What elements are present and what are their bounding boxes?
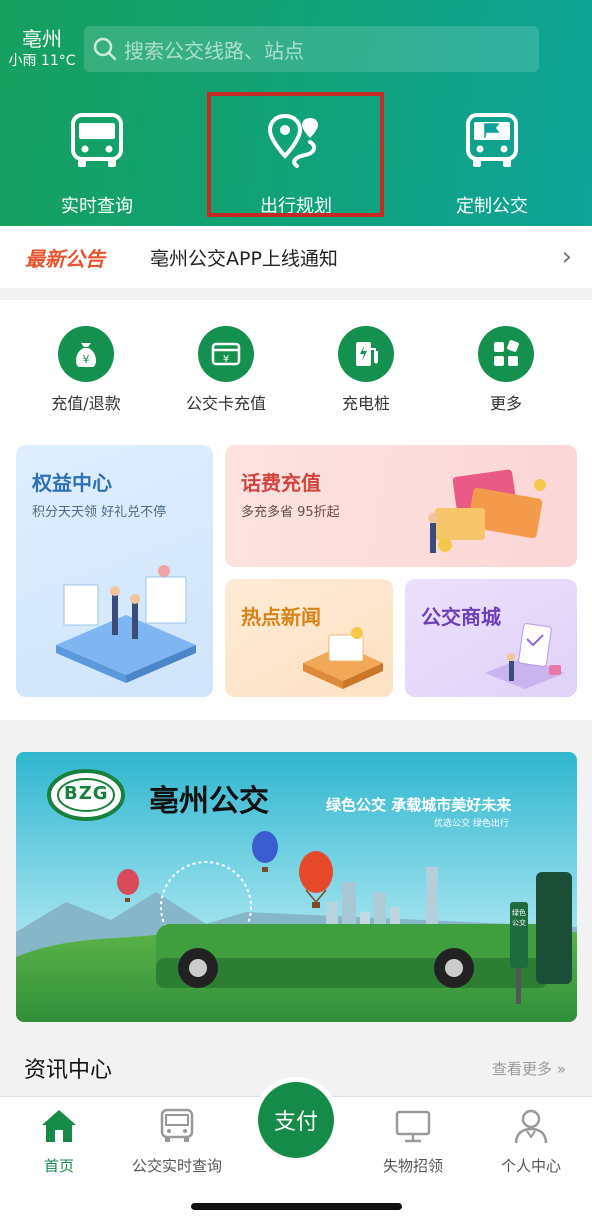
quick-action-label: 公交卡充值 xyxy=(185,394,266,413)
feature-realtime-query[interactable]: 实时查询 xyxy=(17,112,177,218)
feature-label: 定制公交 xyxy=(456,196,528,217)
tab-label: 公交实时查询 xyxy=(131,1157,222,1175)
city-weather[interactable]: 亳州 小雨 11°C xyxy=(6,26,78,70)
tab-lost-found[interactable]: 失物招领 xyxy=(358,1107,468,1176)
search-icon xyxy=(93,37,117,61)
card-phone-recharge[interactable]: 话费充值 多充多省 95折起 xyxy=(225,445,577,567)
notice-bar[interactable]: 最新公告 亳州公交APP上线通知 › xyxy=(0,226,592,288)
news-illustration xyxy=(303,627,383,689)
rights-illustration xyxy=(56,565,196,683)
notice-text: 亳州公交APP上线通知 xyxy=(150,247,338,270)
banner-slogan: 绿色公交 承载城市美好未来 xyxy=(326,796,512,814)
card-subtitle: 多充多省 95折起 xyxy=(241,505,340,520)
quick-action-more[interactable]: 更多 xyxy=(456,326,556,414)
pay-button-label: 支付 xyxy=(258,1082,334,1158)
phone-recharge-illustration xyxy=(428,469,546,553)
weather: 小雨 11°C xyxy=(8,53,76,69)
chevron-right-icon: › xyxy=(561,242,572,272)
promo-banner[interactable]: BZG 亳州公交 绿色公交 承载城市美好未来 优选公交 绿色出行 绿色公交 xyxy=(16,752,577,1022)
card-hot-news[interactable]: 热点新闻 xyxy=(225,579,393,697)
home-icon xyxy=(42,1110,76,1142)
quick-action-recharge-refund[interactable]: ¥ 充值/退款 xyxy=(36,326,136,414)
highlight-box xyxy=(207,92,384,217)
monitor-icon xyxy=(395,1110,431,1143)
notice-tag: 最新公告 xyxy=(25,246,105,271)
quick-action-card-recharge[interactable]: ¥ 公交卡充值 xyxy=(176,326,276,414)
money-bag-icon: ¥ xyxy=(58,326,114,382)
quick-action-charging-pile[interactable]: 充电桩 xyxy=(316,326,416,414)
card-subtitle: 积分天天领 好礼兑不停 xyxy=(32,505,167,520)
card-bus-mall[interactable]: 公交商城 xyxy=(405,579,577,697)
tab-profile[interactable]: 个人中心 xyxy=(476,1107,586,1176)
pay-button[interactable]: 支付 xyxy=(253,1077,339,1163)
view-more-link[interactable]: 查看更多 » xyxy=(492,1058,566,1079)
tab-label: 个人中心 xyxy=(500,1157,561,1175)
tab-bus-realtime[interactable]: 公交实时查询 xyxy=(122,1107,232,1176)
svg-text:¥: ¥ xyxy=(83,353,90,366)
tab-home[interactable]: 首页 xyxy=(4,1107,114,1176)
banner-brand: 亳州公交 xyxy=(149,784,269,819)
bus-flag-icon xyxy=(466,113,518,167)
tab-label: 首页 xyxy=(43,1157,74,1175)
card-title: 话费充值 xyxy=(241,471,321,495)
feature-label: 实时查询 xyxy=(61,196,133,217)
quick-action-label: 充电桩 xyxy=(341,394,390,413)
svg-text:¥: ¥ xyxy=(223,354,229,365)
mall-illustration xyxy=(485,623,565,689)
search-input[interactable]: 搜索公交线路、站点 xyxy=(84,26,539,72)
city-name: 亳州 xyxy=(22,27,62,51)
quick-action-label: 更多 xyxy=(489,394,522,413)
banner-logo: BZG xyxy=(64,783,109,804)
person-icon xyxy=(514,1109,548,1144)
header: 亳州 小雨 11°C 搜索公交线路、站点 实时查询 出行规划 定制公交 xyxy=(0,0,592,226)
charging-pile-icon xyxy=(338,326,394,382)
quick-action-label: 充值/退款 xyxy=(51,394,121,413)
news-section-title: 资讯中心 xyxy=(24,1058,113,1083)
card-recharge-icon: ¥ xyxy=(198,326,254,382)
bus-icon xyxy=(71,113,123,167)
home-indicator xyxy=(191,1203,402,1210)
card-rights-center[interactable]: 权益中心 积分天天领 好礼兑不停 xyxy=(16,445,213,697)
bus-stop-sign: 绿色公交 xyxy=(512,909,526,927)
feature-custom-bus[interactable]: 定制公交 xyxy=(412,112,572,218)
bus-icon xyxy=(160,1108,194,1142)
card-title: 权益中心 xyxy=(32,471,112,495)
banner-sub-slogan: 优选公交 绿色出行 xyxy=(434,819,509,829)
services-panel: ¥ 充值/退款 ¥ 公交卡充值 充电桩 更多 权益中心 积分天天领 好礼兑不停 … xyxy=(0,300,592,720)
search-placeholder: 搜索公交线路、站点 xyxy=(124,38,304,63)
grid-more-icon xyxy=(478,326,534,382)
tab-label: 失物招领 xyxy=(382,1157,443,1175)
